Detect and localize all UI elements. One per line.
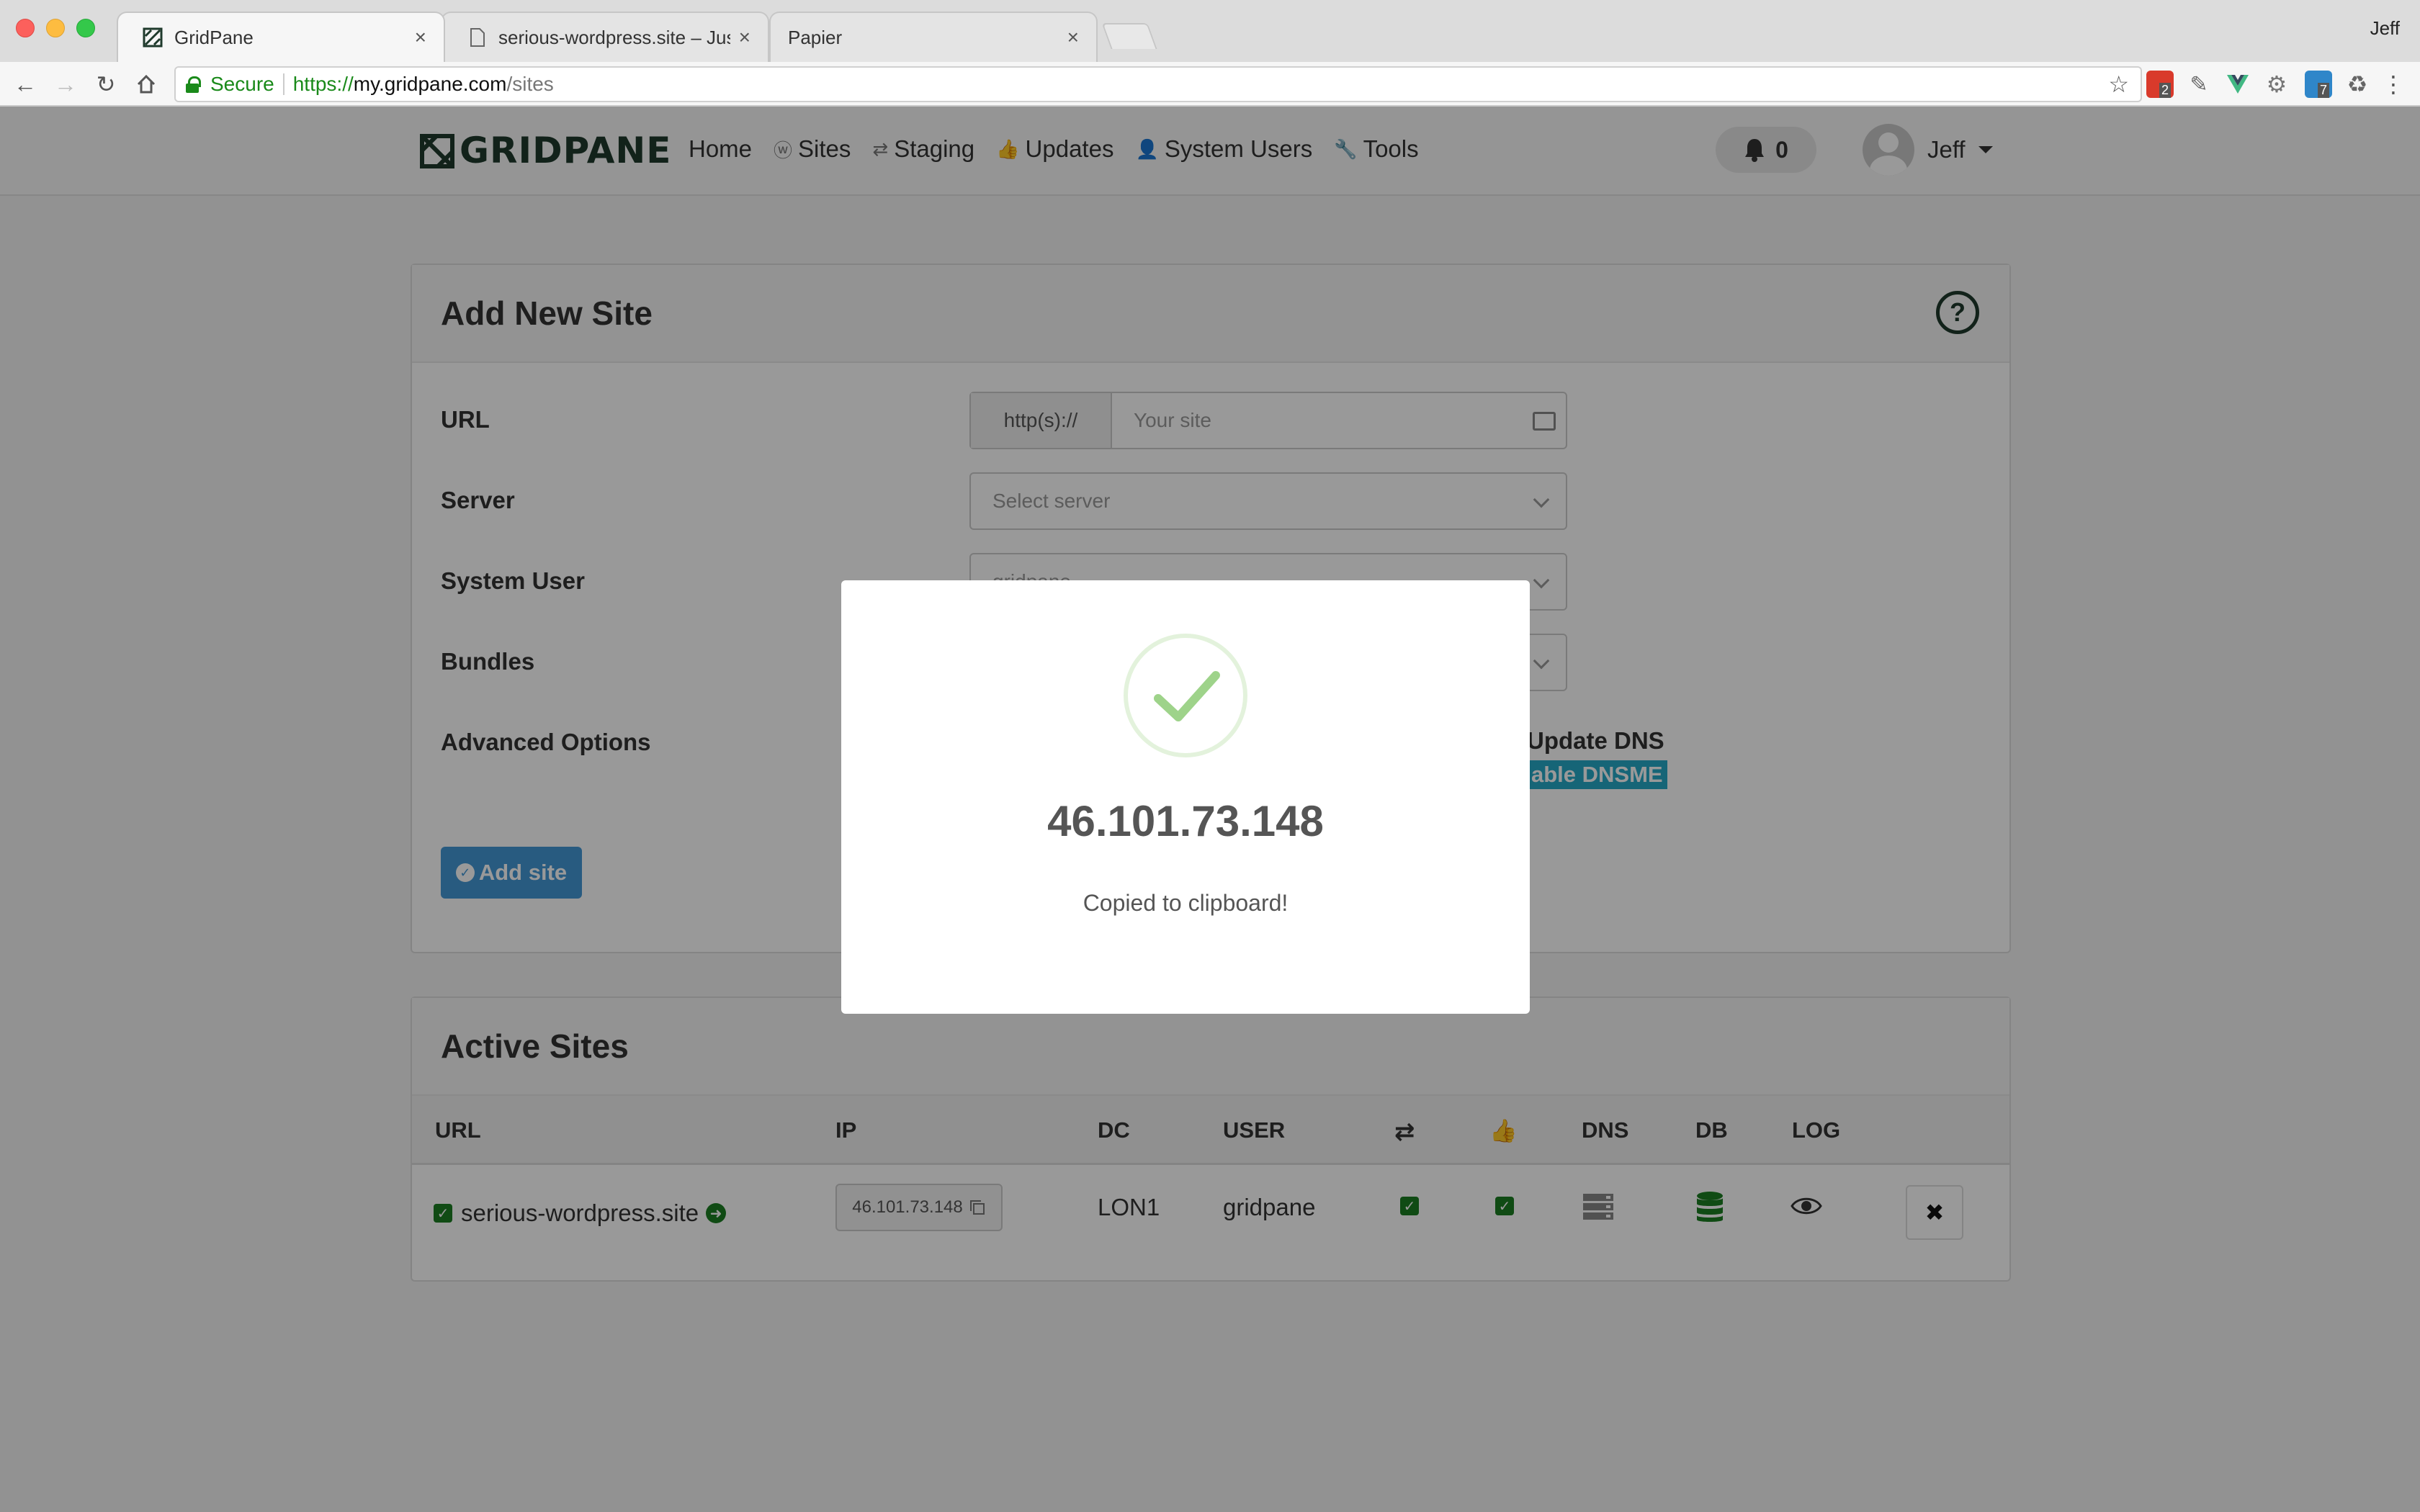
maximize-window-button[interactable] [76, 19, 95, 37]
tab-close-icon[interactable]: × [1067, 26, 1079, 49]
extension-badge: 7 [2317, 82, 2329, 98]
extension-mail-icon[interactable]: 2 [2146, 71, 2174, 98]
browser-profile-name[interactable]: Jeff [2370, 17, 2400, 40]
reload-icon[interactable]: ↻ [92, 71, 120, 98]
extension-recycle-icon[interactable]: ♻ [2344, 71, 2371, 98]
back-arrow-icon[interactable]: ← [12, 71, 39, 98]
new-tab-button[interactable] [1101, 23, 1157, 49]
browser-tab-strip: GridPane × serious-wordpress.site – Just… [0, 0, 2420, 62]
url-protocol: https:// [292, 73, 354, 95]
bookmark-star-icon[interactable]: ☆ [2108, 71, 2129, 98]
close-window-button[interactable] [16, 19, 35, 37]
address-bar[interactable]: Secure https:// my.gridpane.com /sites ☆ [174, 66, 2142, 102]
browser-tab-papier[interactable]: Papier × [769, 12, 1098, 62]
lock-icon [186, 76, 201, 93]
gridpane-favicon-icon [143, 27, 163, 48]
home-icon[interactable] [133, 71, 160, 98]
tab-label: serious-wordpress.site – Just a [498, 26, 730, 48]
extension-tag-icon[interactable]: ✎ [2185, 71, 2213, 98]
tab-label: GridPane [174, 26, 254, 48]
minimize-window-button[interactable] [46, 19, 65, 37]
browser-tab-serious-wordpress[interactable]: serious-wordpress.site – Just a × [441, 12, 769, 62]
copied-to-clipboard-dialog: 46.101.73.148 Copied to clipboard! [841, 580, 1530, 1014]
extension-vue-icon[interactable] [2224, 71, 2251, 98]
copied-ip-text: 46.101.73.148 [1047, 797, 1324, 845]
extension-gear-icon[interactable]: ⚙ [2263, 71, 2290, 98]
extension-badge: 2 [2159, 82, 2171, 98]
url-separator [282, 73, 284, 95]
browser-toolbar: ← → ↻ Secure https:// my.gridpane.com /s… [0, 62, 2420, 107]
copied-message: Copied to clipboard! [1083, 890, 1289, 916]
forward-arrow-icon[interactable]: → [52, 71, 79, 98]
browser-tab-gridpane[interactable]: GridPane × [117, 12, 445, 62]
page-icon [470, 28, 485, 47]
tab-label: Papier [788, 26, 843, 48]
success-check-icon [1124, 634, 1247, 757]
secure-label: Secure [210, 73, 274, 95]
browser-menu-icon[interactable]: ⋮ [2380, 71, 2407, 98]
url-path: /sites [506, 73, 554, 95]
tab-close-icon[interactable]: × [739, 26, 750, 49]
tab-close-icon[interactable]: × [415, 26, 426, 49]
extension-buffer-icon[interactable]: 7 [2305, 71, 2332, 98]
url-host: my.gridpane.com [353, 73, 507, 95]
